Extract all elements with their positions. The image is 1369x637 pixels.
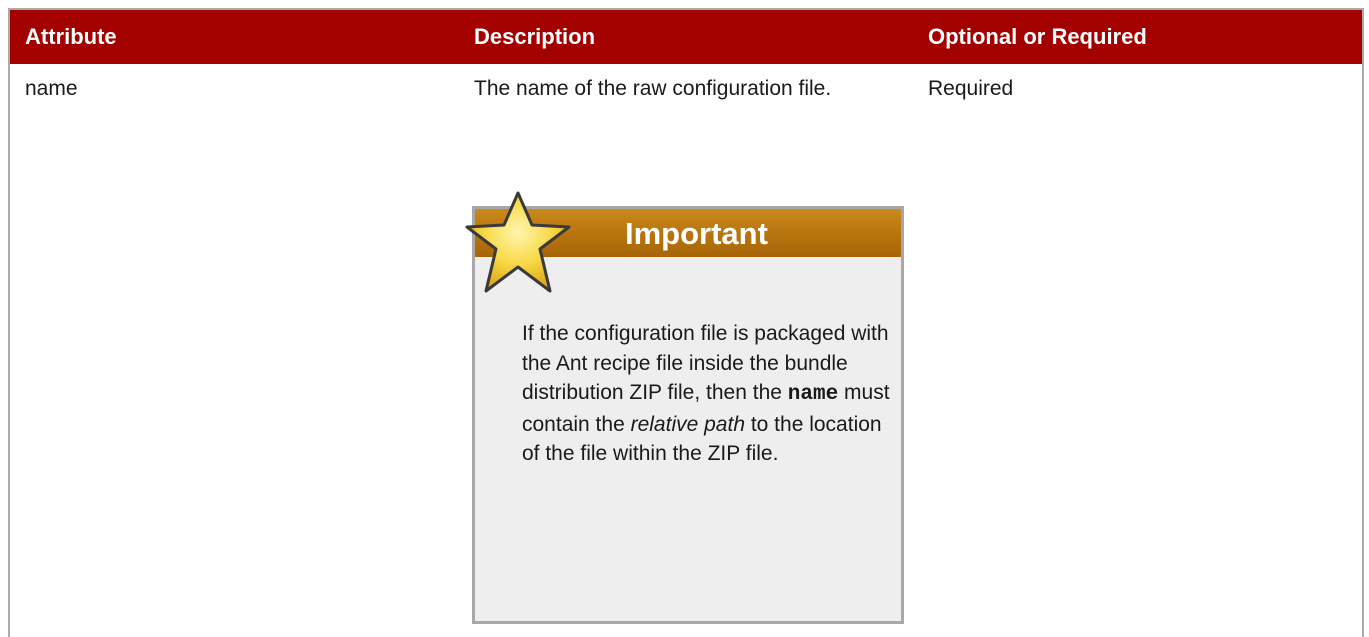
- admonition-body: If the configuration file is packaged wi…: [522, 319, 892, 469]
- cell-optional-or-required: Required: [928, 77, 1014, 100]
- admonition-title: Important: [625, 216, 768, 251]
- emphasis-relative-path: relative path: [630, 412, 745, 436]
- header-optional-or-required: Optional or Required: [928, 24, 1147, 49]
- cell-attribute: name: [25, 77, 78, 100]
- header-attribute: Attribute: [25, 24, 117, 49]
- star-icon: [465, 191, 571, 293]
- cell-description: The name of the raw configuration file.: [474, 77, 832, 100]
- important-admonition: Important If the configuration file is p…: [465, 191, 904, 624]
- attributes-table: Attribute Description Optional or Requir…: [8, 8, 1364, 637]
- inline-code-name: name: [787, 383, 839, 406]
- header-description: Description: [474, 24, 596, 49]
- table-header-row: Attribute Description Optional or Requir…: [10, 10, 1362, 64]
